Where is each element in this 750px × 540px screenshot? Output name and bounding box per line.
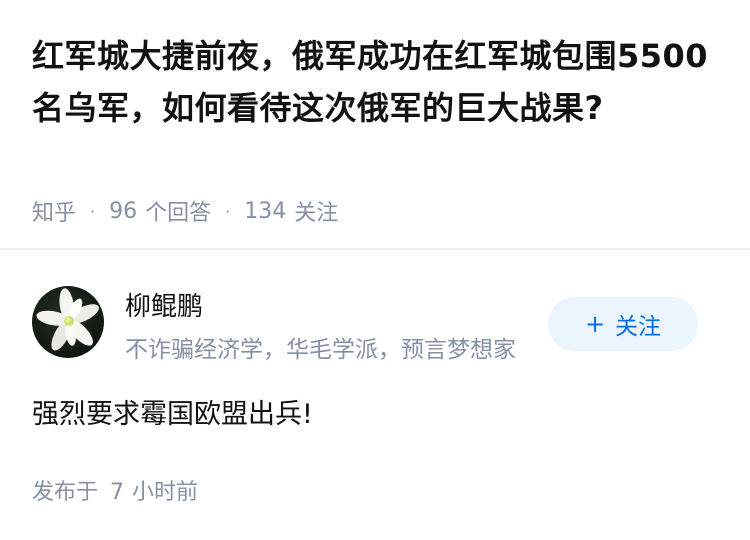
author-bio: 不诈骗经济学，华毛学派，预言梦想家 xyxy=(125,337,516,363)
follow-count: 134 xyxy=(244,198,287,224)
author-name[interactable]: 柳鲲鹏 xyxy=(125,286,203,323)
answer-count-label[interactable]: 个回答 xyxy=(145,195,211,227)
answer-content[interactable]: 强烈要求霉国欧盟出兵! xyxy=(32,392,313,431)
time-value: 7 xyxy=(110,480,125,505)
follow-button[interactable]: + 关注 xyxy=(548,297,698,351)
follow-button-label: 关注 xyxy=(615,314,662,340)
separator-dot: · xyxy=(90,201,96,221)
plus-icon: + xyxy=(584,310,606,338)
time-unit: 小时前 xyxy=(132,480,199,505)
follow-count-label: 关注 xyxy=(294,201,339,226)
question-header: 红军城大捷前夜，俄军成功在红军城包围5500名乌军，如何看待这次俄军的巨大战果? xyxy=(32,30,722,134)
question-meta: 知乎 · 96 个回答 · 134 关注 xyxy=(32,195,338,227)
separator-dot: · xyxy=(225,201,231,221)
time-prefix: 发布于 xyxy=(32,480,99,505)
white-lily-flower-icon xyxy=(36,288,99,351)
author-avatar[interactable] xyxy=(32,286,104,358)
question-title[interactable]: 红军城大捷前夜，俄军成功在红军城包围5500名乌军，如何看待这次俄军的巨大战果? xyxy=(32,30,722,134)
section-divider xyxy=(0,248,750,250)
answer-timestamp: 发布于 7 小时前 xyxy=(32,474,198,506)
answer-count: 96 xyxy=(109,198,138,224)
source-label[interactable]: 知乎 xyxy=(32,195,76,227)
